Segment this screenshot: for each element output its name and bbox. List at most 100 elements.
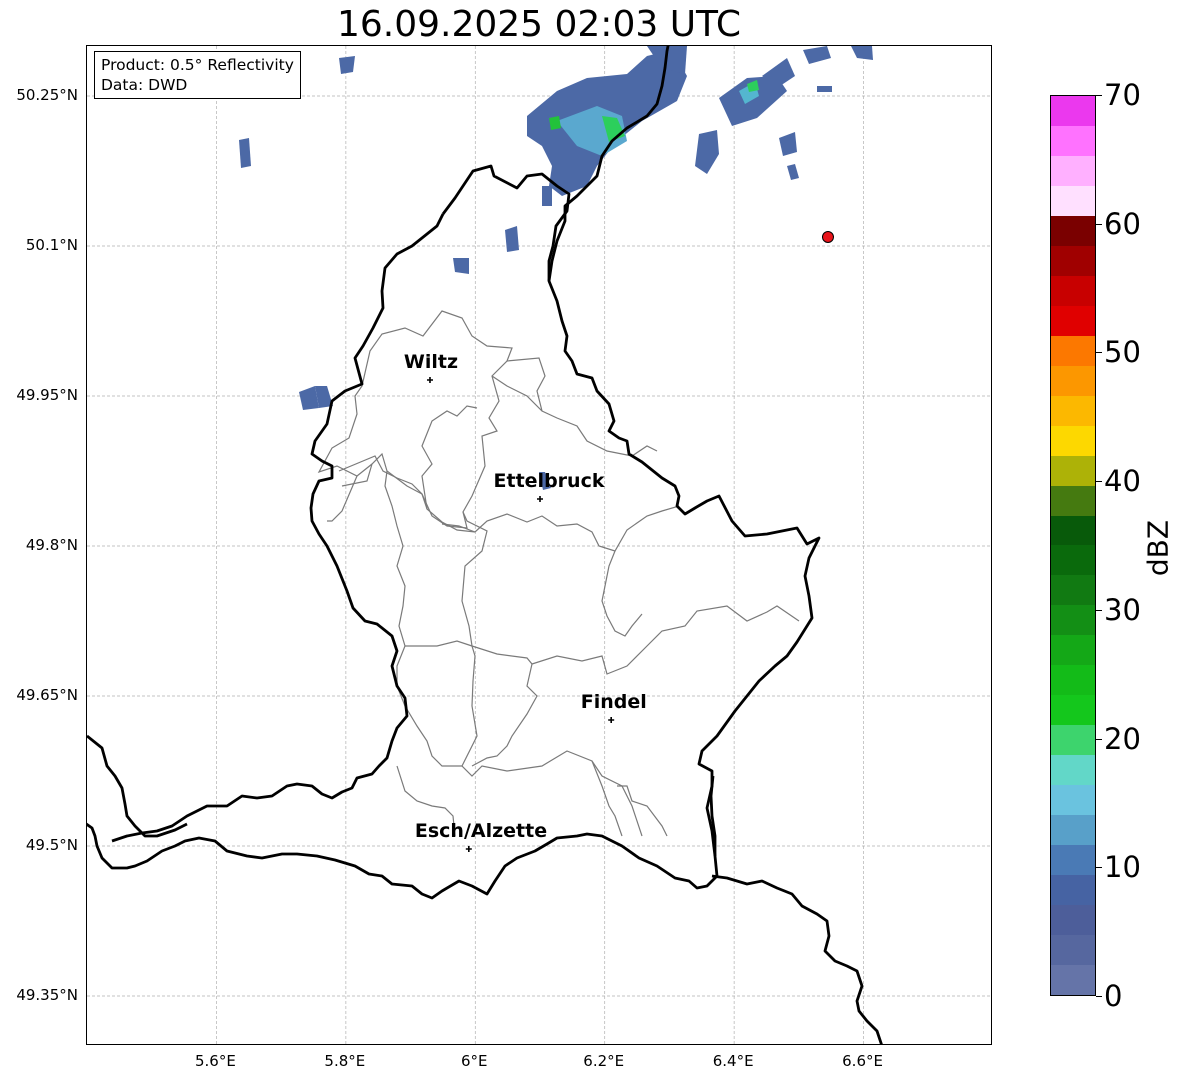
colorbar-segment: [1051, 935, 1095, 966]
colorbar-tick: [1096, 996, 1102, 997]
graticule: [87, 46, 991, 1044]
city-marker-icon: [608, 717, 615, 723]
colorbar-segment: [1051, 545, 1095, 576]
colorbar-tick: [1096, 610, 1102, 611]
colorbar-tick-label: 60: [1104, 206, 1141, 241]
colorbar-segment: [1051, 215, 1095, 246]
colorbar-segment: [1051, 395, 1095, 426]
echo-cell: [549, 116, 561, 130]
canton-boundary: [491, 375, 658, 457]
colorbar-unit: dBZ: [1141, 519, 1175, 577]
lon-tick-label: 6.4°E: [712, 1052, 754, 1070]
city-marker-icon: [426, 377, 433, 383]
canton-boundary: [471, 663, 538, 767]
lon-tick-label: 6°E: [461, 1052, 488, 1070]
echo-cell: [817, 86, 832, 92]
echo-cell: [803, 46, 831, 64]
radar-site-layer: [821, 231, 834, 243]
colorbar-tick-label: 50: [1104, 335, 1141, 370]
colorbar-segment: [1051, 785, 1095, 816]
city-marker-icon: [465, 846, 472, 852]
colorbar-tick: [1096, 867, 1102, 868]
country-border: [111, 213, 445, 843]
colorbar-tick-label: 20: [1104, 721, 1141, 756]
map-canvas: [87, 46, 991, 1044]
lon-tick-label: 5.6°E: [195, 1052, 236, 1070]
radar-echoes: [239, 46, 873, 490]
canton-boundary: [591, 760, 623, 837]
colorbar-segment: [1051, 455, 1095, 486]
colorbar-segment: [1051, 245, 1095, 276]
city-label: Esch/Alzette: [414, 820, 548, 842]
canton-boundary: [384, 470, 462, 767]
canton-boundary: [617, 785, 668, 837]
echo-cell: [695, 130, 719, 174]
lat-tick-label: 49.65°N: [16, 686, 78, 704]
colorbar-tick: [1096, 481, 1102, 482]
canton-boundary: [601, 550, 643, 637]
echo-cell: [779, 132, 797, 156]
colorbar-segment: [1051, 815, 1095, 846]
colorbar-segment: [1051, 605, 1095, 636]
data-source-label: Data: DWD: [101, 76, 188, 94]
colorbar-segment: [1051, 695, 1095, 726]
colorbar-tick: [1096, 95, 1102, 96]
city-label: Ettelbruck: [493, 470, 605, 492]
lon-tick-label: 6.6°E: [842, 1052, 883, 1070]
colorbar-tick-label: 40: [1104, 464, 1141, 499]
echo-cell: [851, 46, 873, 60]
colorbar-tick-label: 10: [1104, 850, 1141, 885]
lat-tick-label: 49.35°N: [16, 986, 78, 1004]
colorbar-segment: [1051, 305, 1095, 336]
colorbar-segment: [1051, 365, 1095, 396]
echo-cell: [239, 138, 251, 168]
colorbar-tick-label: 0: [1104, 979, 1123, 1013]
lon-tick-label: 6.2°E: [583, 1052, 625, 1070]
colorbar-tick-label: 30: [1104, 592, 1141, 627]
info-box: Product: 0.5° Reflectivity Data: DWD: [94, 51, 301, 99]
colorbar-tick: [1096, 352, 1102, 353]
echo-cell: [542, 186, 552, 206]
colorbar-segment: [1051, 155, 1095, 186]
lat-tick-label: 49.8°N: [25, 536, 78, 554]
colorbar-tick-label: 70: [1104, 78, 1141, 112]
product-label: Product: 0.5° Reflectivity: [101, 56, 294, 74]
echo-cell: [787, 164, 799, 180]
colorbar-segment: [1051, 575, 1095, 606]
colorbar-segment: [1051, 275, 1095, 306]
canton-boundary: [317, 310, 513, 529]
echo-cell: [453, 258, 469, 274]
echo-cell: [505, 226, 519, 252]
colorbar-segment: [1051, 665, 1095, 696]
colorbar-segment: [1051, 95, 1095, 126]
lat-tick-label: 49.5°N: [25, 836, 78, 854]
colorbar-segment: [1051, 515, 1095, 546]
canton-boundary: [327, 475, 358, 522]
canton-boundary: [405, 640, 473, 647]
radar-site-marker[interactable]: [821, 231, 834, 243]
canton-boundary: [421, 405, 478, 510]
colorbar-segment: [1051, 755, 1095, 786]
lat-tick-label: 50.25°N: [16, 86, 78, 104]
colorbar-segment: [1051, 335, 1095, 366]
colorbar-segment: [1051, 125, 1095, 156]
lat-tick-label: 49.95°N: [16, 386, 78, 404]
country-border: [87, 734, 188, 838]
city-label: Findel: [580, 691, 647, 713]
colorbar-segment: [1051, 185, 1095, 216]
lon-tick-label: 5.8°E: [324, 1052, 366, 1070]
city-markers: [426, 377, 615, 852]
colorbar-segment: [1051, 905, 1095, 936]
colorbar-segment: [1051, 425, 1095, 456]
canton-boundary: [461, 645, 643, 837]
canton-boundary: [506, 357, 546, 412]
country-border: [87, 164, 821, 900]
echo-cell: [339, 56, 355, 74]
colorbar-tick: [1096, 739, 1102, 740]
lat-tick-label: 50.1°N: [25, 236, 78, 254]
colorbar-segment: [1051, 485, 1095, 516]
map-title: 16.09.2025 02:03 UTC: [336, 4, 742, 45]
colorbar-segment: [1051, 875, 1095, 906]
boundaries: [87, 46, 883, 1044]
radar-map[interactable]: [86, 45, 992, 1045]
